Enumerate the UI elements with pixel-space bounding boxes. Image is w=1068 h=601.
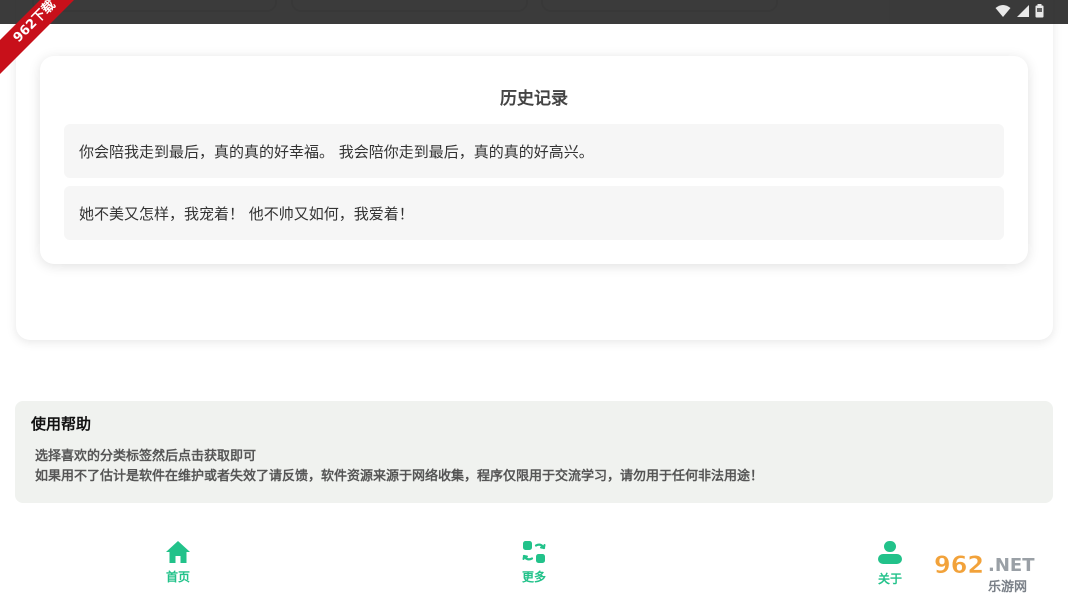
home-icon (166, 541, 190, 563)
nav-label: 更多 (521, 570, 546, 584)
history-item-text: 她不美又怎样，我宠着！ 他不帅又如何，我爱着！ (79, 204, 414, 223)
nav-label: 关于 (877, 572, 902, 586)
history-card: 历史记录 你会陪我走到最后，真的真的好幸福。 我会陪你走到最后，真的真的好高兴。… (40, 56, 1028, 264)
help-card: 使用帮助 选择喜欢的分类标签然后点击获取即可 如果用不了估计是软件在维护或者失效… (15, 401, 1053, 503)
svg-text:.NET: .NET (988, 555, 1035, 576)
user-icon (878, 541, 902, 564)
nav-item-more[interactable]: 更多 (504, 540, 564, 585)
history-title: 历史记录 (500, 89, 568, 109)
nav-item-about[interactable]: 关于 (860, 540, 920, 587)
help-line: 如果用不了估计是软件在维护或者失效了请反馈，软件资源来源于网络收集，程序仅限用于… (35, 469, 764, 484)
help-title: 使用帮助 (31, 415, 92, 433)
history-item[interactable]: 你会陪我走到最后，真的真的好幸福。 我会陪你走到最后，真的真的好高兴。 (64, 124, 1004, 178)
watermark-logo: 962 .NET 乐游网 (930, 547, 1060, 595)
history-item[interactable]: 她不美又怎样，我宠着！ 他不帅又如何，我爱着！ (64, 186, 1004, 240)
status-bar (0, 0, 1068, 24)
wifi-icon (995, 5, 1011, 17)
history-item-text: 你会陪我走到最后，真的真的好幸福。 我会陪你走到最后，真的真的好高兴。 (79, 142, 594, 161)
nav-label: 首页 (165, 570, 190, 584)
signal-icon (1017, 5, 1029, 17)
svg-text:乐游网: 乐游网 (988, 579, 1027, 595)
help-line: 选择喜欢的分类标签然后点击获取即可 (35, 449, 257, 464)
nav-item-home[interactable]: 首页 (148, 540, 208, 585)
svg-text:962: 962 (934, 551, 984, 579)
battery-icon (1035, 4, 1044, 18)
apps-icon (522, 541, 546, 563)
